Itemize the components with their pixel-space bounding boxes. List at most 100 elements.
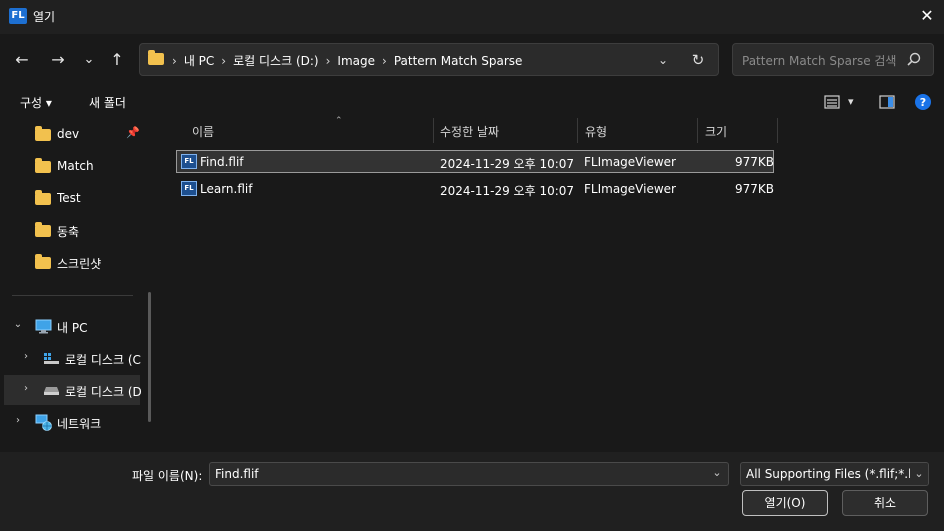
open-button[interactable]: 열기(O)	[742, 490, 828, 516]
sidebar-item-network[interactable]: › 네트워크	[0, 407, 148, 437]
breadcrumb-separator[interactable]: ›	[382, 54, 387, 68]
sort-ascending-icon: ⌃	[335, 116, 343, 126]
expand-chevron-icon[interactable]: ›	[20, 383, 32, 394]
breadcrumb-item-pattern-match-sparse[interactable]: Pattern Match Sparse	[394, 54, 523, 68]
breadcrumb-item-this-pc[interactable]: 내 PC	[184, 52, 214, 69]
sidebar-item-label: 동축	[57, 225, 80, 239]
sidebar-item-local-disk-c[interactable]: › 로컬 디스크 (C	[0, 343, 148, 373]
new-folder-button[interactable]: 새 폴더	[89, 94, 126, 111]
filename-label: 파일 이름(N):	[132, 469, 203, 483]
preview-pane-icon[interactable]	[878, 93, 896, 111]
sidebar-item-label: dev	[57, 127, 80, 141]
chevron-down-icon[interactable]: ⌄	[910, 463, 928, 485]
column-header-label: 수정한 날짜	[440, 125, 500, 139]
flif-file-icon: FL	[181, 181, 197, 196]
folder-icon	[35, 254, 51, 269]
chevron-down-icon[interactable]: ⌄	[710, 466, 724, 479]
file-name: Learn.flif	[200, 182, 253, 196]
file-type-value: All Supporting Files (*.flif;*.bm	[746, 467, 928, 481]
column-header-size[interactable]: 크기	[705, 118, 775, 143]
sidebar-item-screenshots[interactable]: 스크린샷	[0, 247, 148, 277]
file-row[interactable]: FL Find.flif 2024-11-29 오후 10:07 FLImage…	[176, 150, 774, 173]
up-button[interactable]: ↑	[105, 48, 129, 72]
address-bar[interactable]: › 내 PC › 로컬 디스크 (D:) › Image › Pattern Match Sp…	[139, 43, 719, 76]
sidebar-item-label: 네트워크	[57, 417, 102, 431]
back-button[interactable]: ←	[10, 48, 34, 72]
window-title: 열기	[33, 10, 56, 24]
column-divider[interactable]	[777, 118, 778, 143]
sidebar-item-label: 로컬 디스크 (C	[65, 353, 141, 367]
folder-icon	[35, 190, 51, 205]
search-input[interactable]: Pattern Match Sparse 검색	[732, 43, 934, 76]
address-dropdown-icon[interactable]: ⌄	[654, 51, 672, 69]
column-divider[interactable]	[577, 118, 578, 143]
refresh-icon[interactable]: ↻	[688, 50, 708, 70]
flif-file-icon: FL	[181, 154, 197, 169]
organize-button[interactable]: 구성 ▾	[20, 94, 52, 111]
monitor-icon	[35, 319, 52, 334]
folder-icon	[148, 50, 164, 65]
column-divider[interactable]	[433, 118, 434, 143]
breadcrumb-separator[interactable]: ›	[326, 54, 331, 68]
forward-button[interactable]: →	[46, 48, 70, 72]
sidebar-item-this-pc[interactable]: ⌄ 내 PC	[0, 311, 148, 341]
file-type-select[interactable]: All Supporting Files (*.flif;*.bm ⌄	[740, 462, 929, 486]
file-row[interactable]: FL Learn.flif 2024-11-29 오후 10:07 FLImag…	[176, 179, 774, 202]
search-placeholder: Pattern Match Sparse 검색	[742, 54, 897, 68]
sidebar-item-coaxial[interactable]: 동축	[0, 215, 148, 245]
expand-chevron-icon[interactable]: ›	[20, 351, 32, 362]
sidebar-item-label: Match	[57, 159, 94, 173]
column-header-label: 크기	[705, 125, 728, 139]
column-header-label: 유형	[585, 125, 608, 139]
title-bar: FL 열기 ✕	[0, 0, 944, 34]
svg-text:?: ?	[920, 96, 926, 109]
dialog-footer: 파일 이름(N): Find.flif ⌄ All Supporting Fil…	[0, 452, 944, 531]
windows-drive-icon	[44, 353, 59, 364]
filename-field[interactable]: Find.flif ⌄	[209, 462, 729, 486]
cancel-button[interactable]: 취소	[842, 490, 928, 516]
column-divider[interactable]	[697, 118, 698, 143]
breadcrumb-item-local-disk-d[interactable]: 로컬 디스크 (D:)	[233, 52, 318, 69]
sidebar-item-label: 스크린샷	[57, 257, 102, 271]
file-date: 2024-11-29 오후 10:07	[440, 157, 575, 171]
view-details-icon[interactable]	[823, 93, 841, 111]
file-type: FLImageViewer	[584, 155, 676, 169]
column-header-label: 이름	[192, 125, 215, 139]
folder-icon	[35, 158, 51, 173]
sidebar-scrollbar[interactable]	[148, 292, 151, 422]
view-menu-chevron-icon[interactable]: ▾	[848, 93, 854, 111]
expand-chevron-icon[interactable]: ›	[12, 415, 24, 426]
navigation-bar: ← → ⌄ ↑ › 내 PC › 로컬 디스크 (D:) › Image › Pattern …	[0, 34, 944, 86]
file-name: Find.flif	[200, 155, 244, 169]
file-date: 2024-11-29 오후 10:07	[440, 184, 575, 198]
sidebar-item-local-disk-d[interactable]: › 로컬 디스크 (D	[4, 375, 141, 405]
sidebar-item-test[interactable]: Test	[0, 183, 148, 213]
column-header-name[interactable]: 이름 ⌃	[192, 116, 432, 143]
file-type: FLImageViewer	[584, 182, 676, 196]
drive-icon	[44, 387, 59, 395]
breadcrumb: › 내 PC › 로컬 디스크 (D:) › Image › Pattern Match Sp…	[172, 52, 522, 69]
help-icon[interactable]: ?	[914, 93, 932, 111]
folder-icon	[35, 126, 51, 141]
navigation-pane: dev 📌 Match Test 동축 스크린샷 ⌄ 내 PC › 로컬 디스크	[0, 118, 160, 452]
breadcrumb-item-image[interactable]: Image	[337, 54, 375, 68]
sidebar-item-label: Test	[57, 191, 81, 205]
collapse-chevron-icon[interactable]: ⌄	[12, 319, 24, 330]
close-icon[interactable]: ✕	[918, 6, 936, 26]
sidebar-item-label: 내 PC	[57, 321, 88, 335]
recent-locations-button[interactable]: ⌄	[77, 48, 101, 72]
column-header-date[interactable]: 수정한 날짜	[440, 118, 575, 143]
sidebar-divider	[12, 295, 133, 296]
file-size: 977KB	[735, 182, 775, 196]
breadcrumb-separator: ›	[172, 54, 177, 68]
search-icon[interactable]	[905, 50, 923, 70]
file-size: 977KB	[735, 155, 775, 169]
pin-icon: 📌	[126, 126, 140, 139]
sidebar-item-dev[interactable]: dev 📌	[0, 119, 148, 149]
breadcrumb-separator[interactable]: ›	[221, 54, 226, 68]
network-icon	[35, 414, 52, 431]
column-header-type[interactable]: 유형	[585, 118, 695, 143]
file-list: 이름 ⌃ 수정한 날짜 유형 크기 FL Find.flif 2024-11-2…	[160, 116, 944, 452]
command-bar: 구성 ▾ 새 폴더 ▾ ?	[0, 86, 944, 118]
sidebar-item-match[interactable]: Match	[0, 151, 148, 181]
